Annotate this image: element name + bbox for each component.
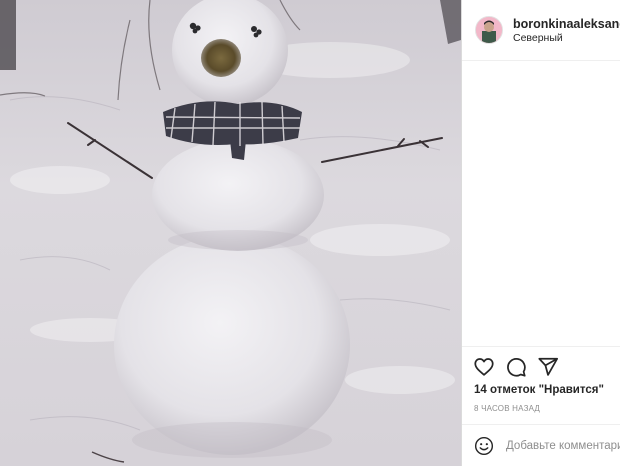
snowman-photo [0,0,461,466]
location-link[interactable]: Северный [513,32,563,44]
comment-bar [462,424,620,467]
heart-icon[interactable] [473,356,495,378]
post-actions [462,346,620,381]
username[interactable]: boronkinaaleksand [513,17,620,31]
username-link[interactable]: boronkinaaleksand • [513,17,620,31]
post-timestamp[interactable]: 8 ЧАСОВ НАЗАД [474,404,540,413]
comment-icon[interactable] [505,356,527,378]
smiley-icon[interactable] [474,436,494,456]
post-header: boronkinaaleksand • Северный [462,0,620,61]
avatar-image [476,17,502,43]
avatar[interactable] [475,16,503,44]
post-sidebar: boronkinaaleksand • Северный 14 отметок … [462,0,620,466]
comment-input[interactable] [506,436,620,456]
likes-count[interactable]: 14 отметок "Нравится" [474,384,604,396]
paper-plane-icon[interactable] [537,356,559,378]
post-photo[interactable] [0,0,461,466]
